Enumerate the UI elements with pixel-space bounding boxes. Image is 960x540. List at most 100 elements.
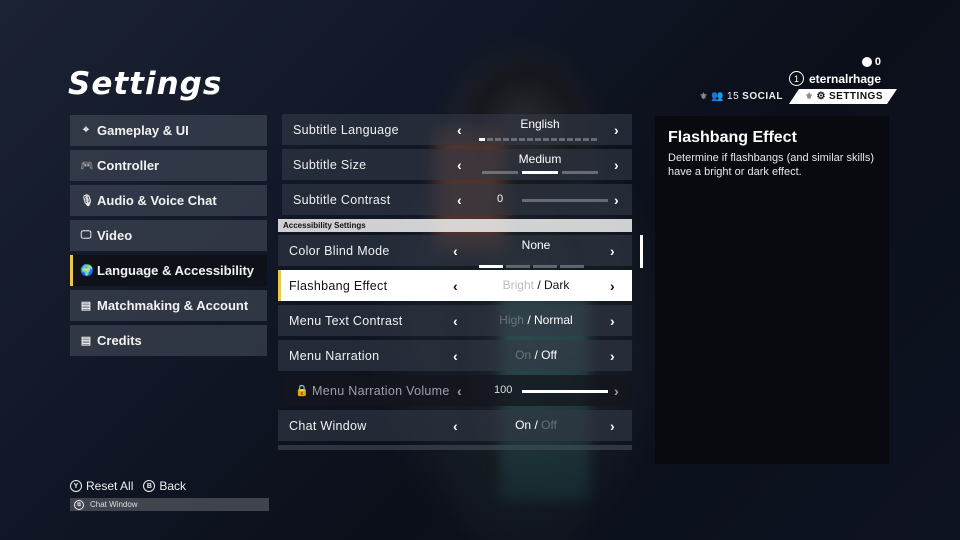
chevron-right-icon: › (614, 382, 619, 399)
chevron-left-icon[interactable]: ‹ (453, 418, 458, 434)
sidebar-item-label: Language & Accessibility (97, 263, 255, 278)
option-segment (482, 171, 518, 174)
chevron-right-icon[interactable]: › (610, 243, 615, 259)
option-segment (560, 265, 584, 268)
option-on: On (515, 418, 532, 432)
back-button[interactable]: B Back (143, 479, 186, 493)
tab-settings[interactable]: ⚜ ⚙ SETTINGS (789, 89, 897, 104)
setting-label: Menu Text Contrast (289, 313, 403, 328)
chevron-left-icon: ‹ (457, 382, 462, 399)
chevron-left-icon[interactable]: ‹ (453, 348, 458, 364)
sidebar-item-label: Controller (97, 158, 160, 173)
settings-tab-label: SETTINGS (828, 91, 883, 102)
chevron-left-icon[interactable]: ‹ (453, 278, 458, 294)
option-segment (562, 171, 598, 174)
chevron-right-icon[interactable]: › (610, 418, 615, 434)
microphone-icon: 🎙 (80, 195, 94, 207)
chevron-right-icon[interactable]: › (614, 157, 619, 173)
settings-list: Subtitle Language ‹ English › Subtitle S… (278, 114, 632, 450)
chevron-right-icon[interactable]: › (610, 278, 615, 294)
option-segment (567, 138, 573, 141)
option-segment (495, 138, 501, 141)
lock-icon: 🔒 (295, 385, 309, 397)
setting-subtitle-language[interactable]: Subtitle Language ‹ English › (282, 114, 632, 145)
view-button-icon: ⧉ (74, 499, 84, 510)
page-title: Settings (68, 66, 223, 102)
option-indicator (479, 265, 584, 268)
next-row-partial (278, 445, 632, 450)
chevron-left-icon[interactable]: ‹ (457, 192, 462, 208)
chevron-left-icon[interactable]: ‹ (453, 313, 458, 329)
toggle-value: Bright / Dark (468, 278, 604, 292)
scrollbar-thumb[interactable] (640, 235, 643, 268)
option-segment (503, 138, 509, 141)
slider-fill (522, 390, 608, 393)
reset-all-button[interactable]: Y Reset All (70, 479, 133, 493)
chevron-left-icon[interactable]: ‹ (453, 243, 458, 259)
setting-subtitle-contrast[interactable]: Subtitle Contrast ‹ 0 › (282, 184, 632, 215)
option-separator: / (534, 348, 538, 362)
social-count: 15 (727, 91, 740, 102)
setting-color-blind-mode[interactable]: Color Blind Mode ‹ None › (278, 235, 632, 268)
chevron-right-icon[interactable]: › (614, 192, 619, 208)
chevron-right-icon[interactable]: › (610, 313, 615, 329)
sidebar-item-language-accessibility[interactable]: 🌍 Language & Accessibility (70, 255, 267, 286)
currency-value: 0 (874, 56, 881, 68)
option-segment (479, 138, 485, 141)
setting-flashbang-effect[interactable]: Flashbang Effect ‹ Bright / Dark › (278, 270, 632, 301)
crosshair-icon: ⌖ (82, 124, 90, 136)
sidebar-item-label: Credits (97, 333, 142, 348)
sidebar-item-label: Matchmaking & Account (97, 298, 249, 313)
option-segment (543, 138, 549, 141)
option-segment (559, 138, 565, 141)
list-icon: ▤ (80, 335, 92, 347)
setting-label: Subtitle Language (293, 122, 399, 137)
option-bright: Bright (502, 278, 534, 292)
sidebar-item-label: Gameplay & UI (97, 123, 189, 138)
setting-menu-text-contrast[interactable]: Menu Text Contrast ‹ High / Normal › (278, 305, 632, 336)
option-segment (487, 138, 493, 141)
player-level-badge: 1 (788, 71, 804, 86)
option-indicator (482, 171, 598, 174)
chevron-left-icon[interactable]: ‹ (457, 122, 462, 138)
setting-label: Flashbang Effect (289, 278, 388, 293)
option-off: Off (541, 418, 557, 432)
option-segment (511, 138, 517, 141)
tab-social[interactable]: ⚜ 👥 15 SOCIAL (700, 91, 789, 102)
option-separator: / (527, 313, 531, 327)
chevron-right-icon[interactable]: › (610, 348, 615, 364)
description-panel: Flashbang Effect Determine if flashbangs… (655, 116, 889, 464)
sidebar-item-audio-voice-chat[interactable]: 🎙 Audio & Voice Chat (70, 185, 267, 216)
sidebar-item-matchmaking-account[interactable]: ▤ Matchmaking & Account (70, 290, 267, 321)
back-label: Back (159, 479, 187, 493)
setting-subtitle-size[interactable]: Subtitle Size ‹ Medium › (282, 149, 632, 180)
option-dark: Dark (544, 278, 570, 292)
top-tabs: ⚜ 👥 15 SOCIAL ⚜ ⚙ SETTINGS (700, 89, 898, 104)
section-header: Accessibility Settings (278, 219, 632, 232)
subtitle-contrast-slider[interactable] (522, 199, 608, 202)
option-segment (479, 265, 503, 268)
sidebar-item-credits[interactable]: ▤ Credits (70, 325, 267, 356)
toggle-value: On / Off (468, 418, 604, 432)
option-separator: / (534, 418, 538, 432)
chevron-right-icon[interactable]: › (614, 122, 619, 138)
option-segment (575, 138, 581, 141)
slider-value: 0 (497, 193, 504, 205)
sidebar-item-video[interactable]: 🖵 Video (70, 220, 267, 251)
setting-label: Subtitle Size (293, 157, 367, 172)
player-info: 1 eternalrhage (788, 71, 881, 86)
option-segment (591, 138, 597, 141)
slider-value: 100 (494, 384, 513, 396)
sidebar-item-gameplay-ui[interactable]: ⌖ Gameplay & UI (70, 115, 267, 146)
option-separator: / (537, 278, 541, 292)
option-segment (533, 265, 557, 268)
setting-chat-window[interactable]: Chat Window ‹ On / Off › (278, 410, 632, 441)
setting-label: Chat Window (289, 418, 367, 433)
sidebar-item-controller[interactable]: 🎮 Controller (70, 150, 267, 181)
chevron-left-icon[interactable]: ‹ (457, 157, 462, 173)
chat-window-bar[interactable]: ⧉ Chat Window (70, 498, 269, 511)
setting-label: Color Blind Mode (289, 243, 390, 258)
settings-categories: ⌖ Gameplay & UI 🎮 Controller 🎙 Audio & V… (70, 115, 267, 360)
setting-menu-narration[interactable]: Menu Narration ‹ On / Off › (278, 340, 632, 371)
setting-label: Menu Narration (289, 348, 380, 363)
